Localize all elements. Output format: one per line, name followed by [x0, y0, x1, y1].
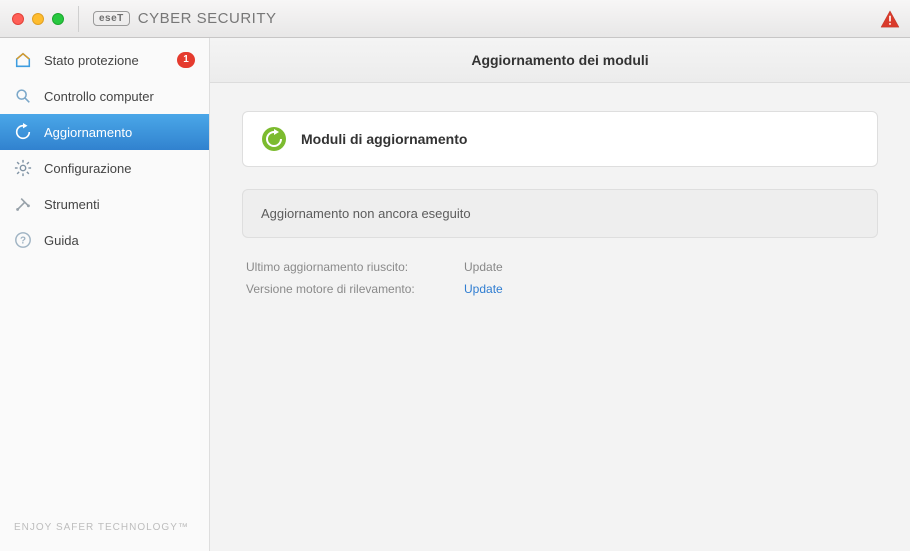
tools-icon [14, 195, 32, 213]
minimize-window-button[interactable] [32, 13, 44, 25]
brand: eseT CYBER SECURITY [93, 10, 277, 27]
brand-name: CYBER SECURITY [138, 10, 277, 27]
update-info: Ultimo aggiornamento riuscito: Update Ve… [242, 256, 878, 300]
last-update-value: Update [464, 256, 503, 278]
titlebar: eseT CYBER SECURITY [0, 0, 910, 38]
titlebar-separator [78, 6, 79, 32]
sidebar-item-tools[interactable]: Strumenti [0, 186, 209, 222]
brand-logo: eseT [93, 11, 130, 26]
engine-version-label: Versione motore di rilevamento: [246, 278, 446, 300]
gear-icon [14, 159, 32, 177]
sidebar-item-update[interactable]: Aggiornamento [0, 114, 209, 150]
sidebar-item-computer-scan[interactable]: Controllo computer [0, 78, 209, 114]
help-icon: ? [14, 231, 32, 249]
close-window-button[interactable] [12, 13, 24, 25]
refresh-circle-icon [261, 126, 287, 152]
footer-tagline: ENJOY SAFER TECHNOLOGY™ [0, 508, 209, 551]
sidebar-item-label: Aggiornamento [44, 125, 195, 140]
engine-version-link[interactable]: Update [464, 278, 503, 300]
notification-badge: 1 [177, 52, 195, 68]
sidebar-item-setup[interactable]: Configurazione [0, 150, 209, 186]
svg-text:?: ? [20, 236, 26, 247]
sidebar: Stato protezione 1 Controllo computer Ag… [0, 38, 210, 551]
sidebar-item-label: Configurazione [44, 161, 195, 176]
home-icon [14, 51, 32, 69]
sidebar-item-label: Guida [44, 233, 195, 248]
sidebar-item-label: Strumenti [44, 197, 195, 212]
sidebar-item-label: Stato protezione [44, 53, 165, 68]
update-status-box: Aggiornamento non ancora eseguito [242, 189, 878, 238]
page-title: Aggiornamento dei moduli [210, 38, 910, 83]
update-modules-card[interactable]: Moduli di aggiornamento [242, 111, 878, 167]
scan-icon [14, 87, 32, 105]
nav: Stato protezione 1 Controllo computer Ag… [0, 38, 209, 508]
update-status-text: Aggiornamento non ancora eseguito [261, 206, 471, 221]
zoom-window-button[interactable] [52, 13, 64, 25]
refresh-icon [14, 123, 32, 141]
window-controls [12, 13, 64, 25]
last-successful-update-row: Ultimo aggiornamento riuscito: Update [246, 256, 874, 278]
sidebar-item-help[interactable]: ? Guida [0, 222, 209, 258]
main-panel: Aggiornamento dei moduli Moduli di aggio… [210, 38, 910, 551]
sidebar-item-label: Controllo computer [44, 89, 195, 104]
content-area: Moduli di aggiornamento Aggiornamento no… [210, 83, 910, 328]
sidebar-item-protection-status[interactable]: Stato protezione 1 [0, 42, 209, 78]
update-modules-title: Moduli di aggiornamento [301, 131, 467, 147]
engine-version-row: Versione motore di rilevamento: Update [246, 278, 874, 300]
alert-icon[interactable] [880, 10, 900, 28]
last-update-label: Ultimo aggiornamento riuscito: [246, 256, 446, 278]
